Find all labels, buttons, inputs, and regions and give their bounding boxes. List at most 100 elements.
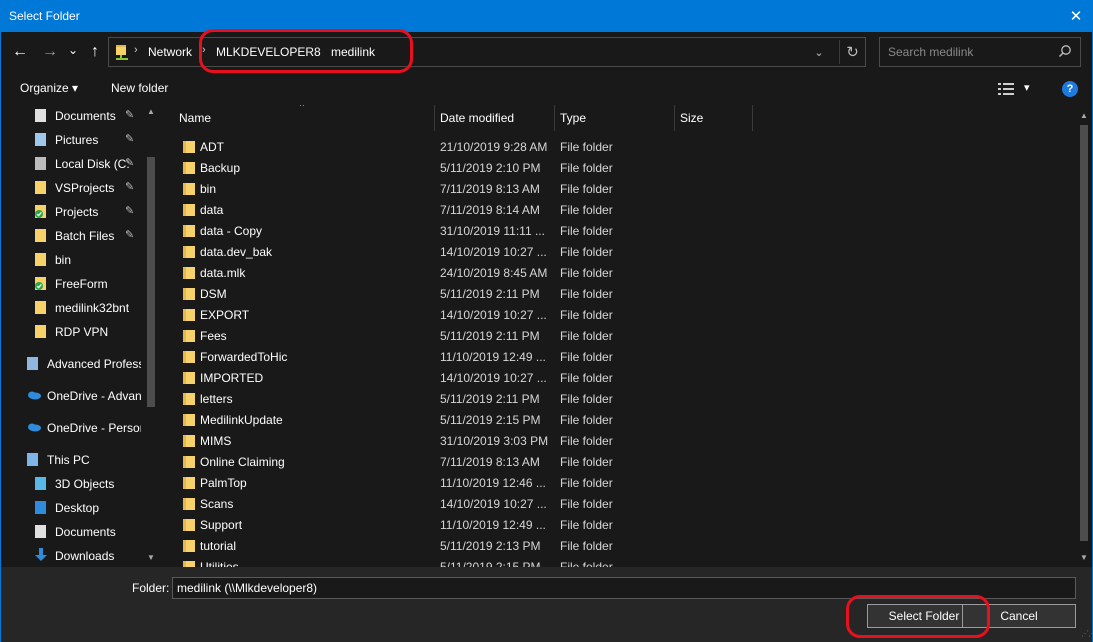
up-button[interactable]: ↑ xyxy=(85,41,105,63)
sidebar-item[interactable]: Downloads xyxy=(1,545,143,567)
sidebar-item[interactable]: RDP VPN xyxy=(1,321,143,343)
help-button[interactable]: ? xyxy=(1062,81,1078,97)
sidebar-item[interactable]: OneDrive - Advan xyxy=(1,385,143,407)
resize-grip-icon[interactable]: ⋰⋰ xyxy=(1081,629,1093,638)
folder-icon xyxy=(183,330,195,342)
folder-icon xyxy=(34,300,49,315)
sidebar-item[interactable]: Documents ✎ xyxy=(1,105,143,127)
file-row[interactable]: Backup 5/11/2019 2:10 PM File folder xyxy=(161,157,761,178)
sidebar-scroll-thumb[interactable] xyxy=(147,157,155,407)
file-name: Scans xyxy=(200,497,234,511)
file-row[interactable]: MedilinkUpdate 5/11/2019 2:15 PM File fold… xyxy=(161,409,761,430)
file-date-modified: 5/11/2019 2:13 PM xyxy=(440,539,541,553)
sidebar-item[interactable]: bin xyxy=(1,249,143,271)
pin-icon[interactable]: ✎ xyxy=(125,156,134,169)
breadcrumb-mlkdeveloper8[interactable]: MLKDEVELOPER8 xyxy=(216,45,321,59)
file-row[interactable]: Utilities 5/11/2019 2:15 PM File folder xyxy=(161,556,761,567)
file-row[interactable]: IMPORTED 14/10/2019 10:27 ... File folder xyxy=(161,367,761,388)
sidebar-item[interactable]: This PC xyxy=(1,449,143,471)
folder-icon xyxy=(183,561,195,567)
file-type: File folder xyxy=(560,140,613,154)
column-divider[interactable] xyxy=(674,105,675,131)
details-view-icon xyxy=(998,83,1014,95)
forward-button[interactable]: → xyxy=(40,41,60,63)
column-header-date[interactable]: Date modified xyxy=(440,111,514,125)
search-box[interactable]: Search medilink xyxy=(879,37,1081,67)
column-divider[interactable] xyxy=(554,105,555,131)
refresh-button[interactable]: ↻ xyxy=(839,40,865,64)
file-date-modified: 7/11/2019 8:13 AM xyxy=(440,455,540,469)
breadcrumb-network[interactable]: Network xyxy=(148,45,192,59)
sidebar-item[interactable]: FreeForm xyxy=(1,273,143,295)
pin-icon[interactable]: ✎ xyxy=(125,132,134,145)
column-divider[interactable] xyxy=(434,105,435,131)
sidebar-item[interactable]: Projects ✎ xyxy=(1,201,143,223)
file-row[interactable]: DSM 5/11/2019 2:11 PM File folder xyxy=(161,283,761,304)
sidebar-item[interactable]: Local Disk (C: ✎ xyxy=(1,153,143,175)
sidebar-item-label: 3D Objects xyxy=(55,477,115,491)
scroll-up-icon[interactable]: ▲ xyxy=(1080,111,1088,120)
sidebar-item[interactable]: Batch Files ✎ xyxy=(1,225,143,247)
sidebar-item[interactable]: OneDrive - Persor xyxy=(1,417,143,439)
file-date-modified: 5/11/2019 2:11 PM xyxy=(440,392,540,406)
navigation-pane[interactable]: Documents ✎ Pictures ✎ Local Disk (C: ✎ VSProj… xyxy=(1,105,159,567)
file-row[interactable]: Scans 14/10/2019 10:27 ... File folder xyxy=(161,493,761,514)
address-bar[interactable]: › Network › MLKDEVELOPER8 › medilink ⌄ ↻ xyxy=(108,37,866,67)
sidebar-item[interactable]: 3D Objects xyxy=(1,473,143,495)
file-row[interactable]: tutorial 5/11/2019 2:13 PM File folder xyxy=(161,535,761,556)
file-name: letters xyxy=(200,392,233,406)
file-type: File folder xyxy=(560,245,613,259)
back-button[interactable]: ← xyxy=(10,41,30,63)
pin-icon[interactable]: ✎ xyxy=(125,108,134,121)
folder-field[interactable] xyxy=(172,577,1076,599)
sidebar-item-label: OneDrive - Advan xyxy=(47,389,141,403)
organize-button[interactable]: Organize ▾ xyxy=(20,81,78,95)
cancel-button[interactable]: Cancel xyxy=(962,604,1076,628)
column-divider[interactable] xyxy=(752,105,753,131)
pin-icon[interactable]: ✎ xyxy=(125,180,134,193)
file-row[interactable]: bin 7/11/2019 8:13 AM File folder xyxy=(161,178,761,199)
file-list-scroll-thumb[interactable] xyxy=(1080,125,1088,541)
breadcrumb-medilink[interactable]: medilink xyxy=(331,45,375,59)
file-row[interactable]: ADT 21/10/2019 9:28 AM File folder xyxy=(161,136,761,157)
scroll-down-icon[interactable]: ▼ xyxy=(1080,553,1088,562)
file-date-modified: 14/10/2019 10:27 ... xyxy=(440,308,547,322)
file-row[interactable]: MIMS 31/10/2019 3:03 PM File folder xyxy=(161,430,761,451)
new-folder-button[interactable]: New folder xyxy=(111,81,168,95)
file-row[interactable]: PalmTop 11/10/2019 12:46 ... File folder xyxy=(161,472,761,493)
title-bar[interactable]: Select Folder ✕ xyxy=(1,1,1092,32)
sidebar-item[interactable]: Documents xyxy=(1,521,143,543)
pin-icon[interactable]: ✎ xyxy=(125,228,134,241)
change-view-button[interactable]: ▾ xyxy=(998,81,1038,97)
file-row[interactable]: Support 11/10/2019 12:49 ... File folder xyxy=(161,514,761,535)
address-history-dropdown[interactable]: ⌄ xyxy=(809,42,829,62)
breadcrumb-separator: › xyxy=(134,44,138,56)
sidebar-item[interactable]: medilink32bnt xyxy=(1,297,143,319)
file-row[interactable]: Fees 5/11/2019 2:11 PM File folder xyxy=(161,325,761,346)
desktop-icon xyxy=(34,500,49,515)
column-header-type[interactable]: Type xyxy=(560,111,586,125)
file-row[interactable]: data.dev_bak 14/10/2019 10:27 ... File fol… xyxy=(161,241,761,262)
file-row[interactable]: ForwardedToHic 11/10/2019 12:49 ... File f… xyxy=(161,346,761,367)
file-row[interactable]: Online Claiming 7/11/2019 8:13 AM File fol… xyxy=(161,451,761,472)
file-type: File folder xyxy=(560,413,613,427)
file-row[interactable]: EXPORT 14/10/2019 10:27 ... File folder xyxy=(161,304,761,325)
column-header-name[interactable]: Name xyxy=(179,111,211,125)
file-row[interactable]: data - Copy 31/10/2019 11:11 ... File fold… xyxy=(161,220,761,241)
file-row[interactable]: letters 5/11/2019 2:11 PM File folder xyxy=(161,388,761,409)
column-header-size[interactable]: Size xyxy=(680,111,703,125)
sidebar-item[interactable]: VSProjects ✎ xyxy=(1,177,143,199)
3d-objects-icon xyxy=(34,476,49,491)
scroll-down-icon[interactable]: ▼ xyxy=(147,553,155,562)
sidebar-item[interactable]: Desktop xyxy=(1,497,143,519)
documents-icon xyxy=(34,108,49,123)
scroll-up-icon[interactable]: ▲ xyxy=(147,107,155,116)
file-row[interactable]: data.mlk 24/10/2019 8:45 AM File folder xyxy=(161,262,761,283)
pin-icon[interactable]: ✎ xyxy=(125,204,134,217)
close-button[interactable]: ✕ xyxy=(1064,5,1088,27)
sidebar-item[interactable]: Pictures ✎ xyxy=(1,129,143,151)
file-row[interactable]: data 7/11/2019 8:14 AM File folder xyxy=(161,199,761,220)
recent-locations-button[interactable]: ⌄ xyxy=(65,39,81,61)
file-list[interactable]: ^ Name Date modified Type Size ADT 21/10/… xyxy=(161,105,1076,567)
sidebar-item[interactable]: Advanced Profess xyxy=(1,353,143,375)
